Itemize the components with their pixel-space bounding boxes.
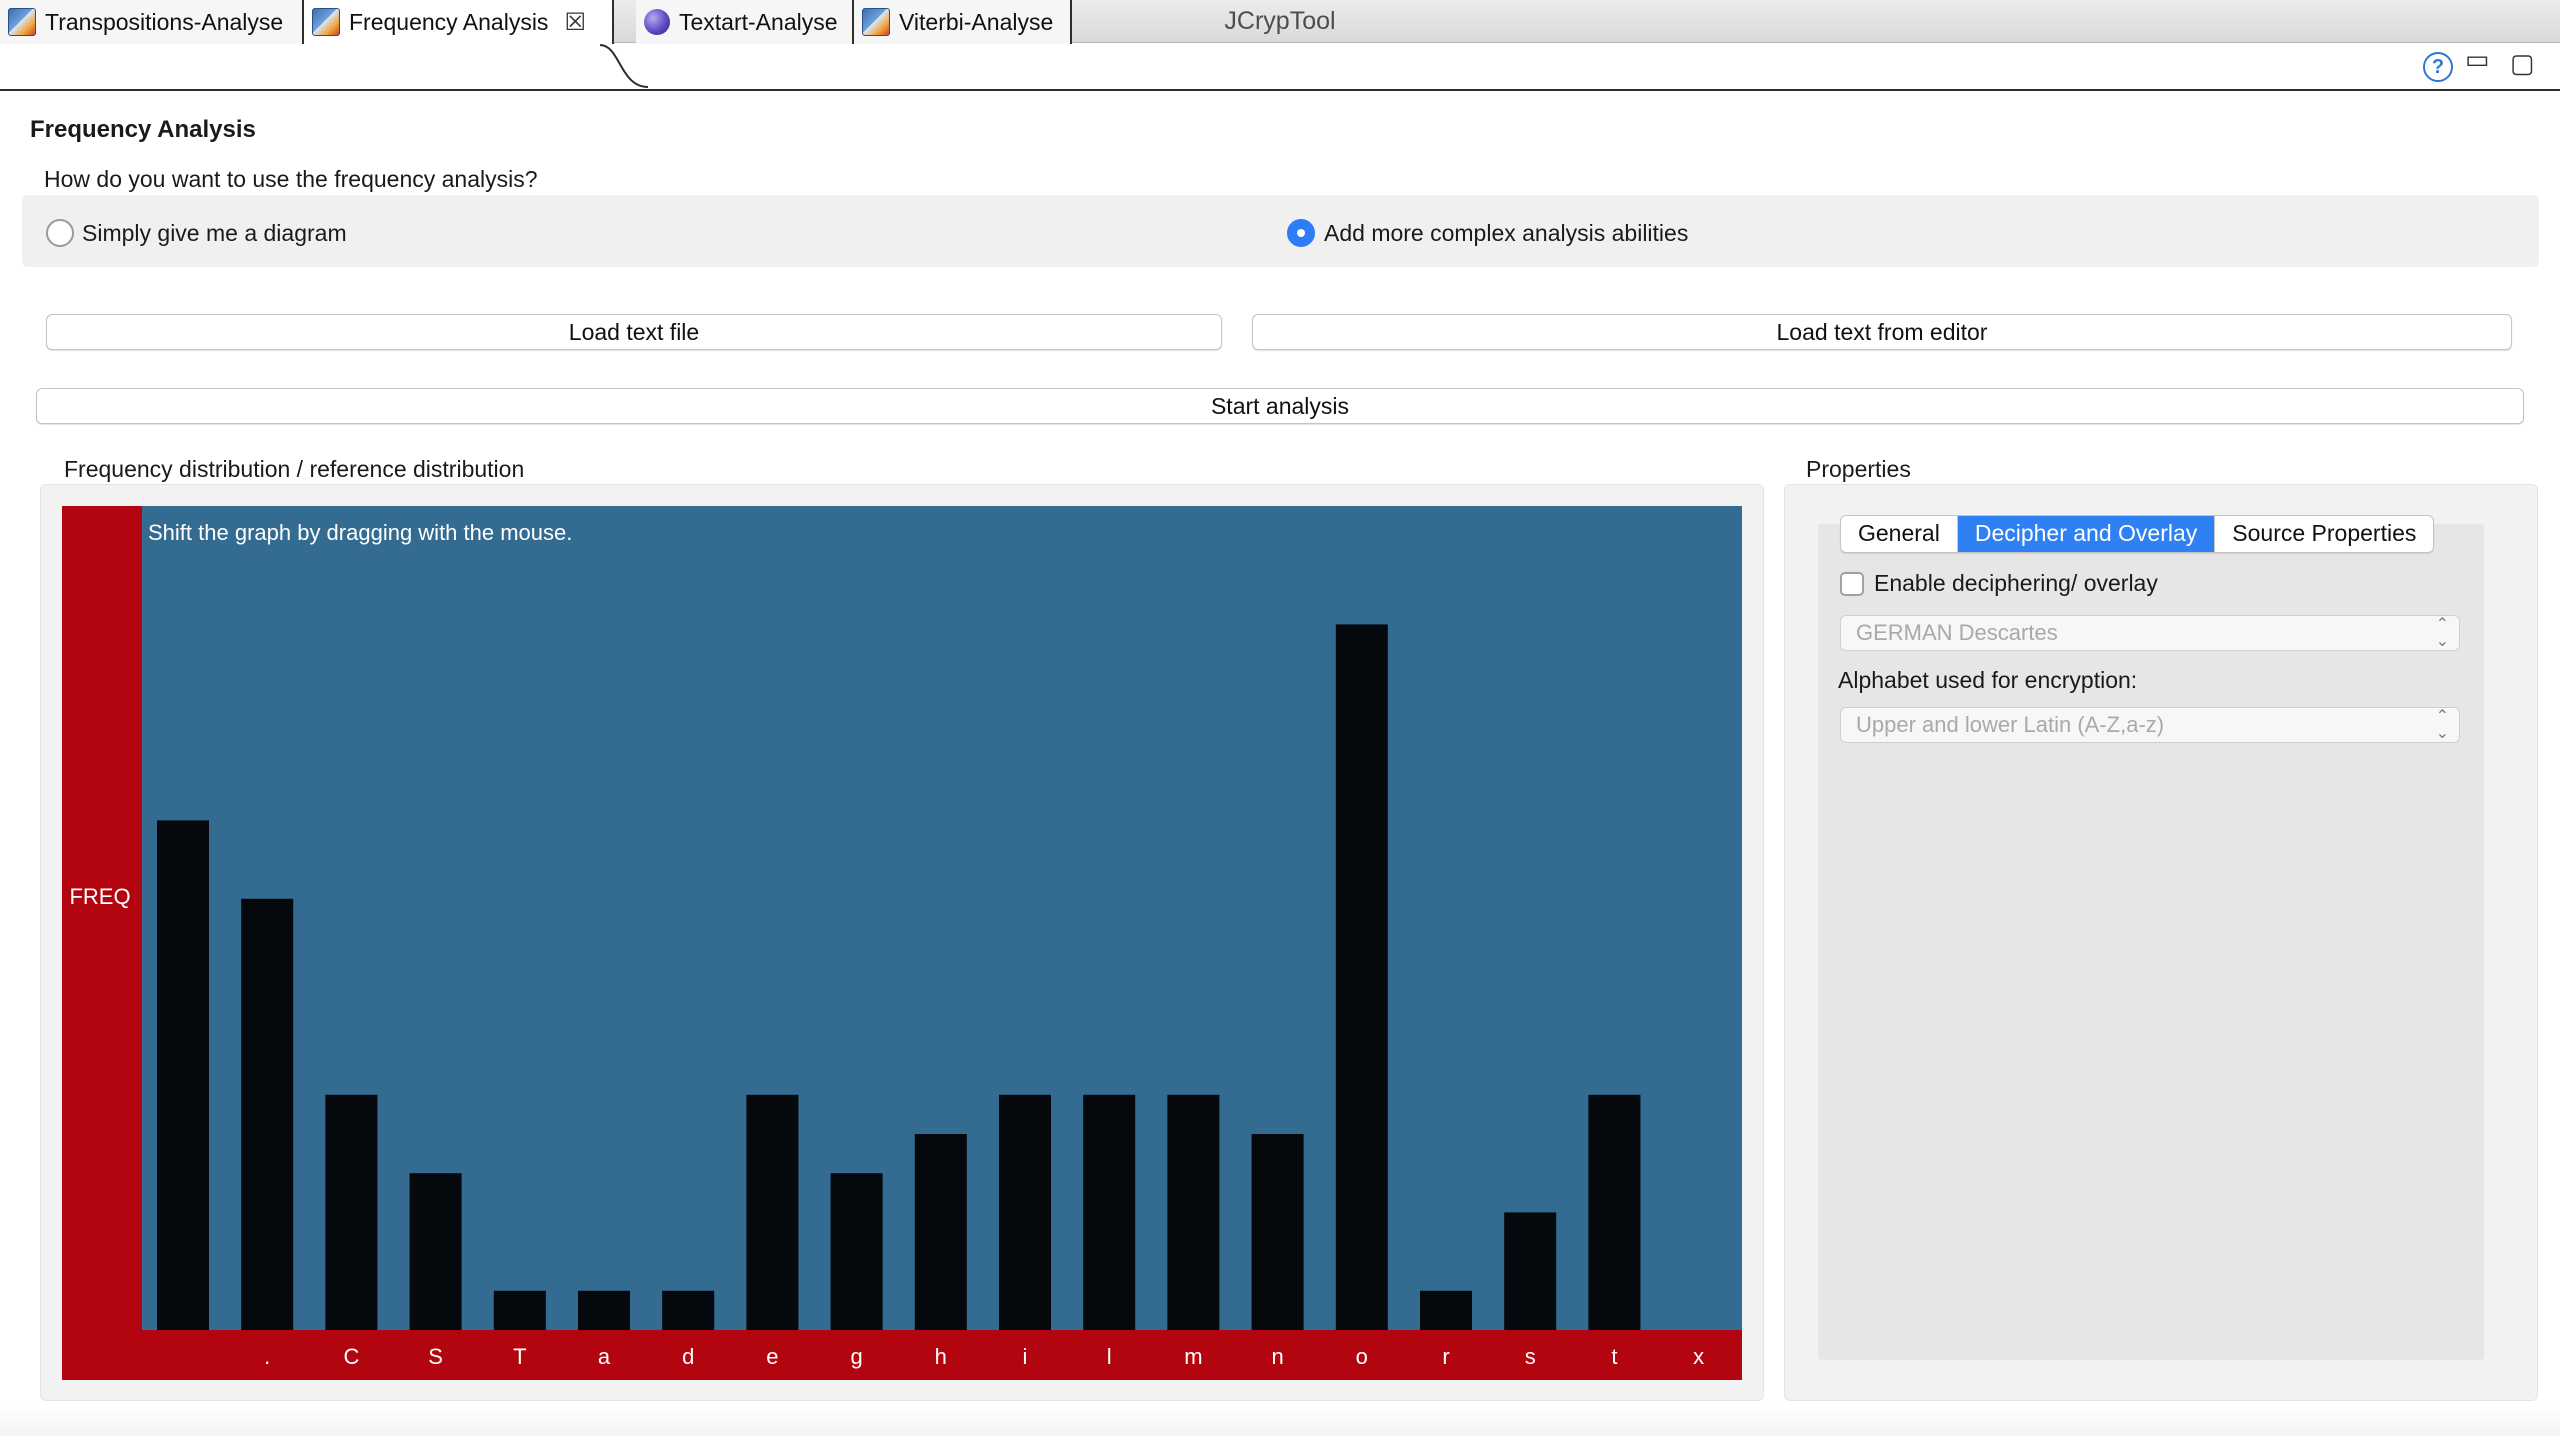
bar-16 bbox=[1504, 1212, 1557, 1330]
bottom-edge bbox=[0, 1406, 2560, 1436]
bar-15 bbox=[1420, 1290, 1472, 1330]
properties-section-label: Properties bbox=[1806, 456, 1911, 482]
x-tick-label: l bbox=[1107, 1344, 1112, 1369]
chevron-up-down-icon: ⌃ ⌄ bbox=[2435, 708, 2449, 742]
chart-section-label: Frequency distribution / reference distr… bbox=[64, 456, 525, 482]
x-tick-label: C bbox=[343, 1344, 359, 1369]
close-icon[interactable]: ☒ bbox=[564, 8, 586, 37]
properties-tab-bar: General Decipher and Overlay Source Prop… bbox=[1840, 515, 2435, 553]
analysis-icon bbox=[862, 8, 890, 36]
x-tick-label: e bbox=[766, 1344, 778, 1369]
enable-deciphering-checkbox[interactable] bbox=[1840, 572, 1864, 596]
x-tick-label: . bbox=[264, 1344, 270, 1369]
tab-transpositions-analyse[interactable]: Transpositions-Analyse bbox=[0, 0, 304, 44]
maximize-view-icon[interactable]: ▢ bbox=[2510, 48, 2535, 79]
page-title: Frequency Analysis bbox=[30, 116, 256, 143]
chart-plot-area[interactable] bbox=[62, 506, 1742, 1380]
load-text-file-button[interactable]: Load text file bbox=[46, 314, 1222, 350]
x-tick-label: d bbox=[682, 1344, 694, 1369]
x-tick-label: o bbox=[1356, 1344, 1368, 1369]
bar-1 bbox=[241, 898, 294, 1330]
bar-9 bbox=[914, 1134, 967, 1330]
help-icon[interactable]: ? bbox=[2423, 52, 2453, 82]
mode-question: How do you want to use the frequency ana… bbox=[44, 166, 538, 192]
tab-label: Frequency Analysis bbox=[349, 8, 549, 35]
tab-source-properties[interactable]: Source Properties bbox=[2215, 516, 2433, 552]
radio-simple-diagram-label[interactable]: Simply give me a diagram bbox=[82, 220, 347, 247]
chevron-up-down-icon: ⌃ ⌄ bbox=[2435, 616, 2449, 650]
bar-4 bbox=[493, 1290, 546, 1330]
bar-13 bbox=[1251, 1134, 1304, 1330]
load-text-from-editor-button[interactable]: Load text from editor bbox=[1252, 314, 2512, 350]
x-tick-label: a bbox=[598, 1344, 611, 1369]
x-tick-label: h bbox=[935, 1344, 947, 1369]
enable-deciphering-label[interactable]: Enable deciphering/ overlay bbox=[1874, 570, 2158, 597]
analysis-icon bbox=[312, 8, 340, 36]
tab-viterbi-analyse[interactable]: Viterbi-Analyse bbox=[854, 0, 1072, 44]
tab-label: Viterbi-Analyse bbox=[899, 8, 1054, 35]
alphabet-value: Upper and lower Latin (A-Z,a-z) bbox=[1856, 712, 2165, 737]
reference-text-select[interactable]: GERMAN Descartes ⌃ ⌄ bbox=[1840, 615, 2460, 651]
chart-x-axis-band bbox=[62, 1330, 1742, 1380]
x-tick-label: T bbox=[513, 1344, 526, 1369]
tab-decipher-and-overlay[interactable]: Decipher and Overlay bbox=[1957, 516, 2216, 552]
bar-14 bbox=[1335, 624, 1388, 1330]
x-tick-label: g bbox=[850, 1344, 862, 1369]
minimize-view-icon[interactable]: ▭ bbox=[2465, 44, 2490, 75]
alphabet-label: Alphabet used for encryption: bbox=[1838, 667, 2138, 693]
mode-radio-group bbox=[22, 195, 2539, 267]
bar-2 bbox=[325, 1094, 378, 1330]
x-tick-label: m bbox=[1184, 1344, 1202, 1369]
tab-general[interactable]: General bbox=[1841, 516, 1958, 552]
bar-3 bbox=[409, 1173, 462, 1330]
bar-17 bbox=[1588, 1094, 1641, 1330]
chart-hint: Shift the graph by dragging with the mou… bbox=[148, 520, 572, 545]
tab-separator bbox=[600, 44, 649, 88]
radio-simple-diagram[interactable] bbox=[46, 219, 74, 247]
x-tick-label: i bbox=[1023, 1344, 1028, 1369]
x-tick-label: t bbox=[1611, 1344, 1617, 1369]
x-tick-label: S bbox=[428, 1344, 443, 1369]
tab-label: Transpositions-Analyse bbox=[45, 8, 284, 35]
bar-6 bbox=[662, 1290, 715, 1330]
bar-10 bbox=[999, 1094, 1051, 1330]
x-tick-label: s bbox=[1525, 1344, 1536, 1369]
bar-12 bbox=[1167, 1094, 1220, 1330]
tab-textart-analyse[interactable]: Textart-Analyse bbox=[636, 0, 854, 44]
x-tick-label: n bbox=[1271, 1344, 1283, 1369]
tab-label: Textart-Analyse bbox=[679, 8, 838, 35]
bar-7 bbox=[746, 1094, 799, 1330]
reference-text-value: GERMAN Descartes bbox=[1856, 620, 2058, 645]
radio-complex-analysis-label[interactable]: Add more complex analysis abilities bbox=[1324, 220, 1688, 247]
bar-11 bbox=[1083, 1094, 1136, 1330]
alphabet-select[interactable]: Upper and lower Latin (A-Z,a-z) ⌃ ⌄ bbox=[1840, 707, 2460, 743]
analysis-icon bbox=[8, 8, 36, 36]
globe-icon bbox=[644, 9, 670, 35]
x-tick-label: x bbox=[1693, 1344, 1704, 1369]
start-analysis-button[interactable]: Start analysis bbox=[36, 388, 2524, 424]
editor-tab-bar bbox=[0, 43, 2560, 91]
chart-y-axis-band bbox=[62, 506, 142, 1380]
radio-complex-analysis[interactable] bbox=[1287, 219, 1315, 247]
y-axis-label: FREQ bbox=[69, 884, 130, 909]
bar-8 bbox=[830, 1173, 883, 1330]
tab-frequency-analysis[interactable]: Frequency Analysis ☒ bbox=[304, 0, 614, 44]
x-tick-label: r bbox=[1442, 1344, 1449, 1369]
frequency-chart[interactable]: FREQ Shift the graph by dragging with th… bbox=[62, 506, 1742, 1380]
bar-5 bbox=[578, 1290, 630, 1330]
bar-0 bbox=[157, 820, 209, 1330]
